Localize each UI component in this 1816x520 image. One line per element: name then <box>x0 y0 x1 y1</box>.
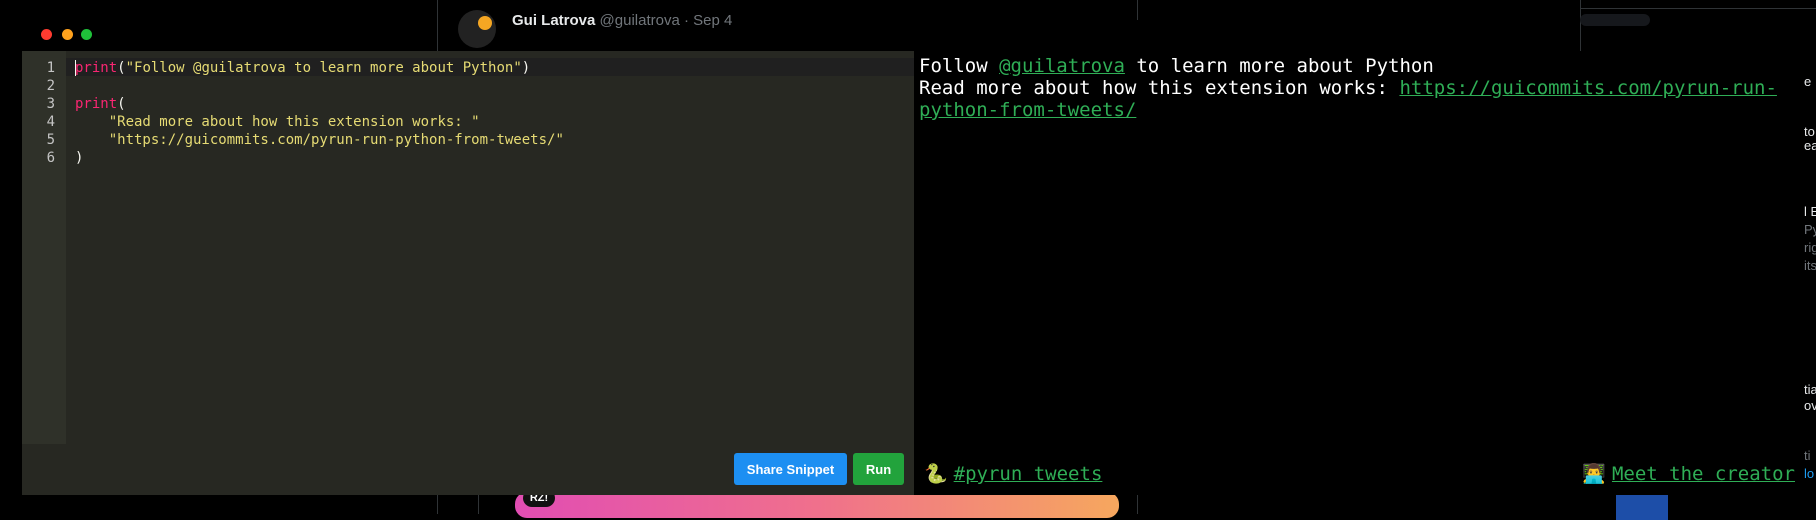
code-line[interactable]: ) <box>75 150 83 166</box>
run-button[interactable]: Run <box>853 453 904 485</box>
line-number: 1 <box>46 60 55 76</box>
meet-the-creator-link[interactable]: 👨‍💻 Meet the creator <box>1582 462 1795 485</box>
code-string: "https://guicommits.com/pyrun-run-python… <box>108 132 564 148</box>
background-fragment: tia <box>1804 382 1816 397</box>
code-text: ( <box>117 96 126 112</box>
background-fragment: Py <box>1804 222 1816 237</box>
code-line[interactable]: print( <box>75 96 126 112</box>
code-line[interactable]: print("Follow @guilatrova to learn more … <box>75 60 530 76</box>
background-divider-bottom-right <box>1137 495 1138 514</box>
code-line[interactable]: "Read more about how this extension work… <box>75 114 480 130</box>
background-avatar <box>458 10 496 48</box>
meet-the-creator-label: Meet the creator <box>1611 463 1795 485</box>
share-snippet-button[interactable]: Share Snippet <box>734 453 847 485</box>
line-number: 4 <box>46 114 55 130</box>
background-fragment: e <box>1804 74 1812 89</box>
background-divider-left <box>437 0 438 51</box>
background-fragment: rig <box>1804 240 1816 255</box>
output-text: Read more about how this extension works… <box>919 77 1400 99</box>
snake-icon: 🐍 <box>924 463 948 485</box>
background-tweet-author: Gui Latrova @guilatrova · Sep 4 <box>512 12 733 29</box>
background-gradient-bar <box>515 492 1119 518</box>
output-line: Read more about how this extension works… <box>919 77 1777 99</box>
pyrun-tweets-label: #pyrun tweets <box>953 463 1103 485</box>
output-text: to learn more about Python <box>1124 55 1434 77</box>
code-string: "Read more about how this extension work… <box>108 114 480 130</box>
background-pill <box>1580 14 1650 26</box>
code-text: ) <box>521 60 531 76</box>
background-fragment: to <box>1804 124 1815 139</box>
code-text: ( <box>117 60 126 76</box>
background-tweet-handle: @guilatrova · Sep 4 <box>599 12 733 29</box>
text-cursor <box>75 60 76 76</box>
window-close-dot[interactable] <box>41 29 52 40</box>
background-divider-bottom-mid <box>478 495 479 514</box>
output-line: python-from-tweets/ <box>919 99 1136 121</box>
background-fragment: ea <box>1804 138 1816 153</box>
code-keyword: print <box>75 96 118 112</box>
guicommits-link[interactable]: https://guicommits.com/pyrun-run- <box>1399 77 1777 99</box>
guilatrova-link[interactable]: @guilatrova <box>999 55 1125 77</box>
output-panel: Follow @guilatrova to learn more about P… <box>914 51 1802 495</box>
line-number: 5 <box>46 132 55 148</box>
code-editor[interactable]: 1 2 3 4 5 6 print("Follow @guilatrova to… <box>22 51 914 495</box>
background-fragment: lo <box>1804 466 1815 481</box>
window-minimize-dot[interactable] <box>62 29 73 40</box>
background-divider-bottom-left <box>437 495 438 514</box>
background-fragment: ov <box>1804 398 1816 413</box>
line-number: 3 <box>46 96 55 112</box>
output-text: Follow <box>919 55 1000 77</box>
background-divider-right-top <box>1580 8 1816 9</box>
guicommits-link-continued[interactable]: python-from-tweets/ <box>919 99 1136 121</box>
code-string: "Follow @guilatrova to learn more about … <box>125 60 522 76</box>
background-fragment: l E <box>1804 204 1816 219</box>
line-number-gutter: 1 2 3 4 5 6 <box>22 51 66 444</box>
background-fragment: its <box>1804 258 1816 273</box>
code-keyword: print <box>75 60 118 76</box>
code-line[interactable]: "https://guicommits.com/pyrun-run-python… <box>75 132 564 148</box>
window-maximize-dot[interactable] <box>81 29 92 40</box>
code-text: ) <box>75 150 84 166</box>
pyrun-tweets-link[interactable]: 🐍 #pyrun tweets <box>924 462 1102 485</box>
output-line: Follow @guilatrova to learn more about P… <box>919 55 1434 77</box>
background-fragment: ti <box>1804 448 1811 463</box>
line-number: 2 <box>46 78 55 94</box>
line-number: 6 <box>46 150 55 166</box>
technologist-icon: 👨‍💻 <box>1582 463 1606 485</box>
background-divider-mid <box>1137 0 1138 20</box>
